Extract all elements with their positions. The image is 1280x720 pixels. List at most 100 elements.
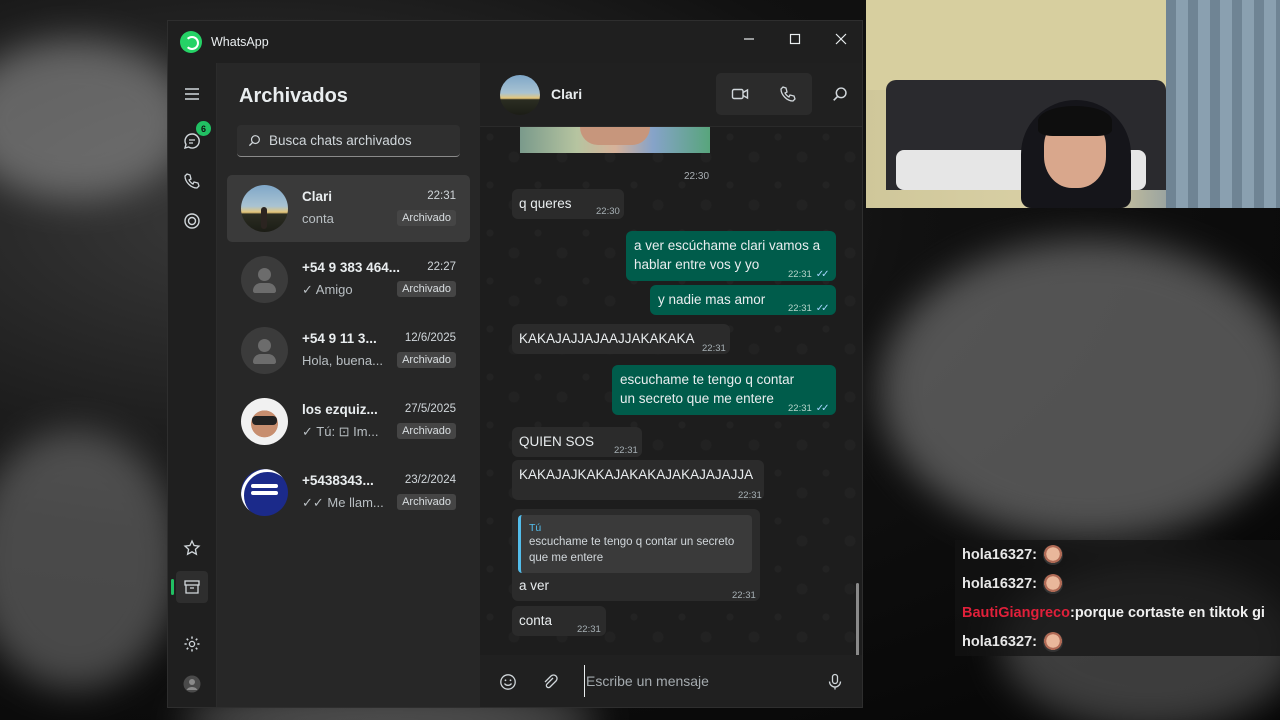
message-input[interactable]: Escribe un mensaje xyxy=(584,665,810,697)
message-text: a ver xyxy=(519,578,550,593)
stream-chat-text: porque cortaste en tiktok gi xyxy=(1074,604,1265,621)
archive-icon xyxy=(184,580,200,594)
title-bar: WhatsApp xyxy=(168,21,862,63)
star-icon xyxy=(183,539,201,556)
incoming-message[interactable]: KAKAJAJKAKAJAKAKAJAKAJAJAJJA 22:31 xyxy=(512,460,764,501)
profile-avatar-icon xyxy=(183,675,201,693)
video-call-button[interactable] xyxy=(716,73,764,115)
voice-call-button[interactable] xyxy=(764,73,812,115)
read-ticks-icon: ✓✓ xyxy=(815,403,830,414)
chat-list-item[interactable]: +54 9 383 464... 22:27 ✓ Amigo Archivado xyxy=(227,246,470,313)
incoming-message[interactable]: q queres 22:30 xyxy=(512,189,624,219)
video-camera-icon xyxy=(731,88,749,100)
archived-tag: Archivado xyxy=(397,281,456,297)
message-time: 22:31 xyxy=(702,343,726,354)
search-chat-button[interactable] xyxy=(822,73,858,115)
status-icon xyxy=(184,213,200,229)
menu-button[interactable] xyxy=(176,78,208,110)
archived-button[interactable] xyxy=(171,571,208,603)
incoming-reply-message[interactable]: Tú escuchame te tengo q contar un secret… xyxy=(512,509,760,601)
microphone-icon xyxy=(828,673,842,690)
search-icon xyxy=(833,87,847,101)
message-text: y nadie mas amor xyxy=(658,292,766,307)
unread-badge: 6 xyxy=(196,121,211,136)
stream-chat-message: hola16327 : xyxy=(955,627,1280,656)
chat-time: 12/6/2025 xyxy=(404,332,456,344)
message-time: 22:30 xyxy=(596,206,620,217)
calls-button[interactable] xyxy=(176,165,208,197)
voice-message-button[interactable] xyxy=(820,667,850,697)
message-time: 22:31 xyxy=(577,624,601,635)
quoted-message[interactable]: Tú escuchame te tengo q contar un secret… xyxy=(518,515,752,573)
incoming-message[interactable]: KAKAJAJJAJAAJJAKAKAKA 22:31 xyxy=(512,324,730,354)
chats-button[interactable]: 6 xyxy=(176,121,211,157)
contact-avatar[interactable] xyxy=(500,75,540,115)
message-time-text: 22:31 xyxy=(788,303,812,314)
chat-name: +54 9 383 464... xyxy=(302,260,400,275)
message-text: escuchame te tengo q contar un secreto q… xyxy=(620,372,795,406)
settings-button[interactable] xyxy=(176,628,208,660)
message-time-text: 22:31 xyxy=(788,403,812,414)
stream-chat-message: BautiGiangreco: porque cortaste en tikto… xyxy=(955,598,1280,627)
stream-chat-separator: : xyxy=(1032,546,1037,563)
close-button[interactable] xyxy=(818,21,862,57)
stream-chat-separator: : xyxy=(1032,633,1037,650)
chat-list-item[interactable]: Clari 22:31 conta Archivado xyxy=(227,175,470,242)
message-text: q queres xyxy=(519,196,572,211)
chat-preview: ✓ Amigo xyxy=(302,282,353,297)
navigation-rail: 6 xyxy=(168,63,216,707)
whatsapp-window: WhatsApp 6 Archivados Busca chats archiv… xyxy=(167,20,863,708)
archived-tag: Archivado xyxy=(397,352,456,368)
search-icon xyxy=(248,135,260,147)
search-input[interactable]: Busca chats archivados xyxy=(237,125,460,157)
stream-chat-message: hola16327 : xyxy=(955,540,1280,569)
status-button[interactable] xyxy=(176,205,208,237)
chat-list-item[interactable]: los ezquiz... 27/5/2025 ✓ Tú: ⊡ Im... Ar… xyxy=(227,388,470,455)
search-placeholder: Busca chats archivados xyxy=(269,133,412,148)
phone-icon xyxy=(184,173,200,189)
archived-tag: Archivado xyxy=(397,210,456,226)
attach-button[interactable] xyxy=(535,667,565,697)
phone-icon xyxy=(780,86,796,102)
outgoing-message[interactable]: escuchame te tengo q contar un secreto q… xyxy=(612,365,836,415)
chat-time: 23/2/2024 xyxy=(404,474,456,486)
chat-list-item[interactable]: +5438343... 23/2/2024 ✓✓ Me llam... Arch… xyxy=(227,459,470,526)
background-blur xyxy=(0,40,190,200)
quote-text: escuchame te tengo q contar un secreto q… xyxy=(529,536,735,564)
contact-name[interactable]: Clari xyxy=(551,86,582,102)
chat-name: +5438343... xyxy=(302,473,374,488)
minimize-button[interactable] xyxy=(726,21,772,57)
chat-list-item[interactable]: +54 9 11 3... 12/6/2025 Hola, buena... A… xyxy=(227,317,470,384)
starred-button[interactable] xyxy=(176,532,208,564)
stream-chat-user: hola16327 xyxy=(962,633,1033,650)
incoming-message[interactable]: conta 22:31 xyxy=(512,606,606,636)
outgoing-message[interactable]: y nadie mas amor 22:31 ✓✓ xyxy=(650,285,836,315)
emote-icon xyxy=(1042,573,1063,594)
emoji-button[interactable] xyxy=(493,667,523,697)
chat-time: 22:27 xyxy=(427,261,456,273)
page-title: Archivados xyxy=(239,85,348,107)
contact-avatar xyxy=(241,185,288,232)
image-message[interactable] xyxy=(520,127,710,153)
chat-name: +54 9 11 3... xyxy=(302,331,377,346)
webcam-wall xyxy=(866,0,1166,90)
contact-avatar xyxy=(241,327,288,374)
message-time: 22:31 ✓✓ xyxy=(788,299,829,318)
profile-button[interactable] xyxy=(176,668,208,700)
incoming-message[interactable]: QUIEN SOS 22:31 xyxy=(512,427,642,457)
chat-preview: ✓ Tú: ⊡ Im... xyxy=(302,424,379,439)
contact-avatar xyxy=(241,469,288,516)
outgoing-message[interactable]: a ver escúchame clari vamos a hablar ent… xyxy=(626,231,836,281)
message-time: 22:31 xyxy=(732,590,756,601)
emote-icon xyxy=(1042,544,1063,565)
scrollbar[interactable] xyxy=(856,583,859,661)
stream-chat-overlay: hola16327 : hola16327 : BautiGiangreco: … xyxy=(955,540,1280,656)
call-buttons xyxy=(716,73,812,115)
stream-chat-user: BautiGiangreco xyxy=(962,604,1070,621)
chat-name: los ezquiz... xyxy=(302,402,378,417)
contact-avatar xyxy=(241,398,288,445)
maximize-button[interactable] xyxy=(772,21,818,57)
message-time: 22:31 ✓✓ xyxy=(788,399,830,418)
background-blur xyxy=(880,240,1280,540)
archived-chat-list: Archivados Busca chats archivados Clari … xyxy=(216,63,480,707)
